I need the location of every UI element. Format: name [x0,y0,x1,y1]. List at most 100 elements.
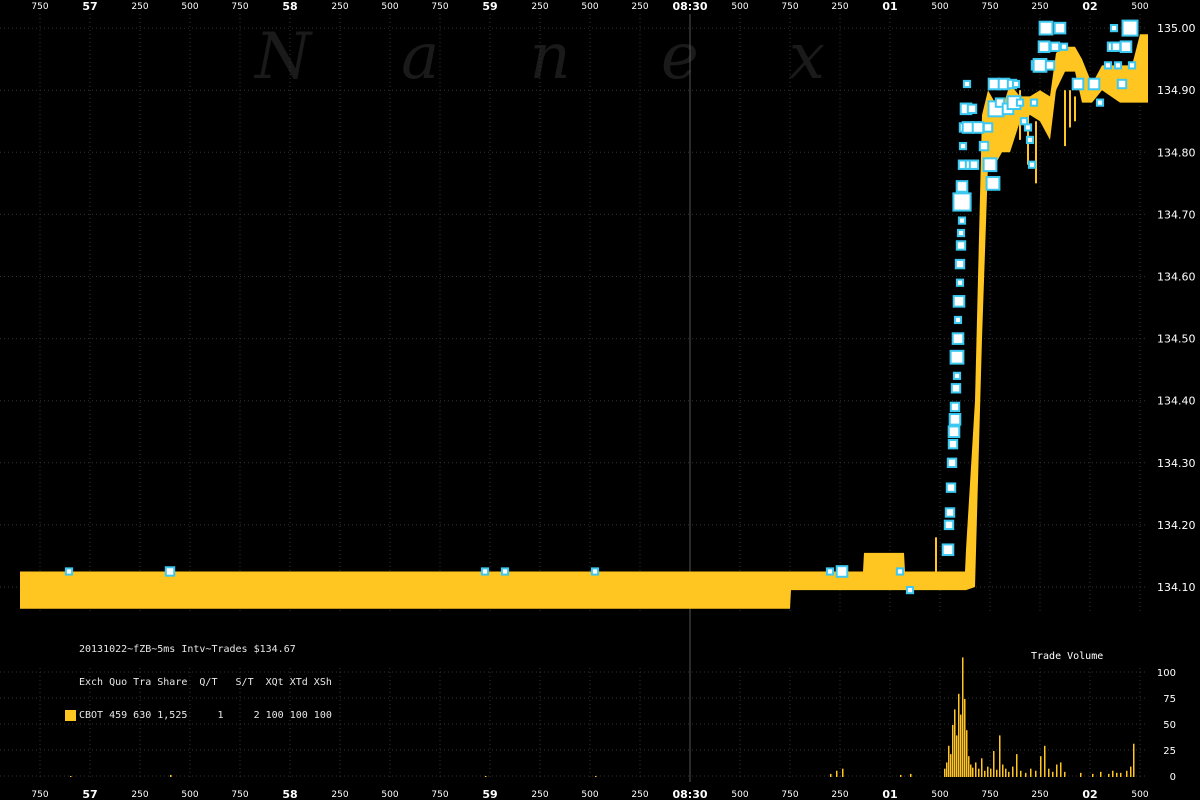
trade-marker [956,228,966,238]
time-axis-top-minor-label: 750 [431,2,448,12]
trade-marker [951,332,965,345]
trade-marker [1053,21,1067,35]
time-axis-bottom-minor-label: 500 [931,790,948,800]
time-axis-bottom-minor-label: 500 [381,790,398,800]
legend-header: Exch Quo Tra Share Q/T S/T XQt XTd XSh [79,677,332,688]
volume-bar [1048,768,1050,777]
volume-bar [1012,766,1014,777]
trade-marker [1103,61,1113,70]
volume-bar [981,758,983,777]
trade-marker [590,567,600,576]
trade-marker [1113,61,1123,70]
volume-bar [984,770,986,777]
legend-swatch [65,710,76,721]
time-axis-top-minor-label: 500 [1131,2,1148,12]
price-axis: 135.00 134.90 134.80 134.70 134.60 134.50 134.… [1157,22,1196,594]
volume-tick-label: 25 [1163,746,1176,757]
volume-bar [1133,743,1135,777]
volume-bar [948,745,950,777]
time-axis-bottom-minor-label: 250 [831,790,848,800]
time-axis-bottom-major-label: 01 [882,788,897,800]
time-axis-top-major-label: 57 [82,0,97,13]
trade-marker [1110,41,1122,52]
volume-bar [1116,772,1118,777]
time-axis-bottom-minor-label: 750 [781,790,798,800]
trade-marker [945,482,957,493]
time-axis-top-minor-label: 750 [31,2,48,12]
trade-marker [949,349,965,365]
time-axis-top-minor-label: 750 [981,2,998,12]
volume-tick-label: 75 [1163,694,1176,705]
trade-marker [978,140,990,152]
trade-marker [948,413,962,426]
trade-marker [947,425,961,439]
trade-marker [1029,98,1039,107]
legend-row-text: CBOT 459 630 1,525 1 2 100 100 100 [79,710,332,721]
trade-marker [1109,24,1119,33]
trade-marker [1011,79,1021,89]
volume-bar [1120,772,1122,777]
trade-marker [1116,78,1128,90]
trade-marker [943,519,955,531]
volume-bar [1002,764,1004,777]
trade-marker [953,315,963,325]
trade-marker [962,79,972,89]
trade-marker [982,122,994,133]
time-axis-top-minor-label: 250 [631,2,648,12]
trade-marker [971,121,985,134]
time-axis-top-minor-label: 250 [1031,2,1048,12]
legend-row-cbot: CBOT 459 630 1,525 1 2 100 100 100 [65,710,332,721]
time-axis-bottom-minor-label: 250 [631,790,648,800]
time-axis-top: 750 250 500 750 250 500 750 250 500 250 500 750 250 5… [31,0,1148,13]
time-axis-bottom-minor-label: 250 [1031,790,1048,800]
price-tick-label: 134.20 [1157,519,1196,532]
volume-bar [970,764,972,777]
trade-marker [954,258,966,270]
volume-bar [958,693,960,777]
legend-box: 20131022~fZB~5ms Intv~Trades $134.67 Exc… [65,622,332,732]
time-axis-top-minor-label: 500 [731,2,748,12]
volume-bar [1060,762,1062,777]
time-axis-bottom-minor-label: 500 [581,790,598,800]
price-tick-label: 134.90 [1157,84,1196,97]
volume-bar [1100,771,1102,777]
time-axis-top-minor-label: 750 [231,2,248,12]
volume-bar [1016,754,1018,777]
trade-marker [1049,41,1061,52]
volume-bar [170,774,172,777]
trade-marker [1032,57,1048,73]
time-axis-top-major-label: 01 [882,0,897,13]
volume-bar [956,735,958,777]
time-axis-top-minor-label: 250 [831,2,848,12]
trade-marker [1059,42,1069,51]
volume-bar [595,775,597,777]
trade-marker [1127,61,1137,70]
time-axis-bottom-minor-label: 750 [31,790,48,800]
time-axis-top-major-label: 08:30 [672,0,707,13]
trade-marker [955,240,967,251]
time-axis-bottom-major-label: 02 [1082,788,1097,800]
volume-bar [836,770,838,777]
volume-bar [1126,770,1128,777]
time-axis-bottom-minor-label: 250 [531,790,548,800]
volume-bar [996,769,998,777]
time-axis-bottom-major-label: 57 [82,788,97,800]
trade-marker [825,567,835,576]
bid-ask-band [20,34,1148,609]
trade-marker [1025,135,1035,144]
time-axis-top-major-label: 59 [482,0,497,13]
time-axis-top-major-label: 02 [1082,0,1097,13]
trade-marker [968,159,980,170]
time-axis-top-minor-label: 500 [581,2,598,12]
trade-marker [1038,20,1054,36]
time-axis-top-minor-label: 500 [381,2,398,12]
volume-bar [966,730,968,777]
watermark: N a n e x [253,20,825,94]
volume-bar [987,766,989,777]
time-axis-bottom-minor-label: 500 [181,790,198,800]
trade-marker [952,295,966,308]
time-axis-top-minor-label: 750 [781,2,798,12]
volume-bar [900,774,902,777]
price-tick-label: 134.60 [1157,271,1196,284]
volume-title: Trade Volume [1031,651,1104,662]
